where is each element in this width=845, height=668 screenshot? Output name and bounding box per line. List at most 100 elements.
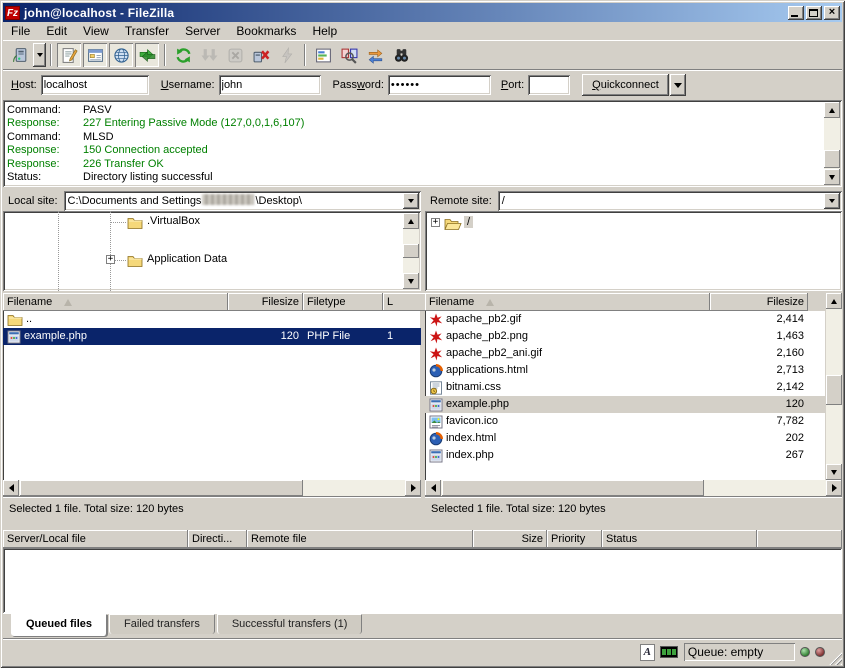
remote-list-hscrollbar[interactable]	[425, 480, 842, 496]
toolbar-find-files-button[interactable]	[389, 43, 413, 67]
column-header-blank[interactable]	[757, 530, 842, 548]
scroll-up-button[interactable]	[826, 293, 842, 309]
toolbar-sync-browse-button[interactable]	[363, 43, 387, 67]
column-header-status[interactable]: Status	[602, 530, 757, 548]
file-name-cell: example.php	[3, 328, 228, 345]
expand-icon[interactable]: +	[106, 255, 115, 264]
file-row[interactable]: applications.html2,713	[425, 362, 826, 379]
close-button[interactable]: ×	[824, 6, 840, 20]
combo-dropdown-button[interactable]	[403, 193, 419, 209]
file-row[interactable]: example.php120	[425, 396, 826, 413]
local-list-hscrollbar[interactable]	[3, 480, 421, 496]
status-led-green-icon	[800, 647, 810, 657]
file-name-cell: apache_pb2.gif	[425, 311, 710, 328]
password-input[interactable]	[388, 75, 491, 95]
quickconnect-button[interactable]: Quickconnect	[582, 74, 669, 96]
resize-grip[interactable]	[829, 651, 843, 665]
tab-successful-transfers-1-[interactable]: Successful transfers (1)	[217, 614, 363, 634]
file-row[interactable]: apache_pb2.gif2,414	[425, 311, 826, 328]
file-type-cell: PHP File	[303, 328, 383, 345]
tab-failed-transfers[interactable]: Failed transfers	[109, 614, 215, 634]
column-header-filesize[interactable]: Filesize	[710, 293, 808, 311]
tree-item--virtualbox[interactable]: .VirtualBox	[3, 213, 421, 232]
file-row[interactable]: apache_pb2_ani.gif2,160	[425, 345, 826, 362]
queue-list[interactable]	[3, 548, 842, 613]
data-type-indicator-icon[interactable]: A	[640, 644, 655, 661]
column-header-size[interactable]: Size	[473, 530, 547, 548]
scroll-down-button[interactable]	[826, 464, 842, 480]
tree-item-application-data[interactable]: +Application Data	[3, 251, 421, 270]
toolbar-refresh-button[interactable]	[171, 43, 195, 67]
scrollbar-thumb[interactable]	[403, 244, 419, 258]
remote-file-list[interactable]: apache_pb2.gif2,414apache_pb2.png1,463ap…	[425, 311, 826, 480]
file-row[interactable]: bitnami.css2,142	[425, 379, 826, 396]
column-header-directi-[interactable]: Directi...	[188, 530, 247, 548]
toolbar-sitemanager-dropdown[interactable]	[33, 43, 46, 67]
remote-list-scrollbar[interactable]	[826, 293, 842, 480]
speed-limit-icon[interactable]	[660, 646, 678, 658]
toolbar-process-queue-button	[197, 43, 221, 67]
column-header-filetype[interactable]: Filetype	[303, 293, 383, 311]
local-tree-scrollbar[interactable]	[403, 213, 419, 289]
file-row[interactable]: apache_pb2.png1,463	[425, 328, 826, 345]
tree-item-root[interactable]: +/	[425, 214, 842, 233]
local-file-list[interactable]: ..example.php120PHP File1	[3, 311, 421, 480]
column-header-remote-file[interactable]: Remote file	[247, 530, 473, 548]
remote-site-combo[interactable]: /	[498, 191, 842, 211]
file-row[interactable]: index.php267	[425, 447, 826, 464]
toolbar-filter-button[interactable]	[311, 43, 335, 67]
remote-directory-tree[interactable]: +/	[425, 211, 842, 291]
column-header-filename[interactable]: Filename	[425, 293, 710, 311]
combo-dropdown-button[interactable]	[824, 193, 840, 209]
scroll-right-button[interactable]	[405, 480, 421, 496]
toolbar-site-manager-button[interactable]	[8, 43, 32, 67]
expand-icon[interactable]: +	[431, 218, 440, 227]
log-scrollbar[interactable]	[824, 102, 840, 185]
menu-edit[interactable]: Edit	[38, 22, 75, 40]
tab-queued-files[interactable]: Queued files	[11, 614, 107, 636]
menu-server[interactable]: Server	[177, 22, 228, 40]
column-header-filename[interactable]: Filename	[3, 293, 228, 311]
scrollbar-thumb[interactable]	[826, 375, 842, 405]
toolbar-toggle-local-tree-button[interactable]	[83, 43, 107, 67]
file-row[interactable]: example.php120PHP File1	[3, 328, 421, 345]
file-size-cell: 2,160	[710, 345, 808, 362]
column-header-priority[interactable]: Priority	[547, 530, 602, 548]
scroll-left-button[interactable]	[425, 480, 441, 496]
menu-bookmarks[interactable]: Bookmarks	[228, 22, 304, 40]
column-header-filesize[interactable]: Filesize	[228, 293, 303, 311]
scrollbar-thumb[interactable]	[824, 150, 840, 168]
column-header-server-local-file[interactable]: Server/Local file	[3, 530, 188, 548]
scroll-down-button[interactable]	[403, 273, 419, 289]
minimize-button[interactable]	[788, 6, 804, 20]
column-header-l[interactable]: L	[383, 293, 426, 311]
quickconnect-dropdown[interactable]	[670, 74, 686, 96]
toolbar-toggle-remote-tree-button[interactable]	[109, 43, 133, 67]
scroll-up-button[interactable]	[824, 102, 840, 118]
title-bar[interactable]: Fz john@localhost - FileZilla ×	[3, 3, 842, 22]
scrollbar-thumb[interactable]	[442, 480, 704, 496]
menu-transfer[interactable]: Transfer	[117, 22, 177, 40]
username-input[interactable]	[219, 75, 321, 95]
scrollbar-thumb[interactable]	[20, 480, 303, 496]
scroll-down-button[interactable]	[824, 169, 840, 185]
toolbar-disconnect-button[interactable]	[249, 43, 273, 67]
toolbar-compare-button[interactable]	[337, 43, 361, 67]
tree-item-cookies[interactable]: Cookies	[3, 289, 421, 291]
file-row[interactable]: index.html202	[425, 430, 826, 447]
toolbar-toggle-queue-button[interactable]	[135, 43, 159, 67]
scroll-left-button[interactable]	[3, 480, 19, 496]
file-row[interactable]: favicon.ico7,782	[425, 413, 826, 430]
host-input[interactable]	[41, 75, 149, 95]
local-directory-tree[interactable]: .VirtualBox+Application DataCookies−Desk…	[3, 211, 421, 291]
scroll-up-button[interactable]	[403, 213, 419, 229]
menu-help[interactable]: Help	[304, 22, 345, 40]
file-row[interactable]: ..	[3, 311, 421, 328]
toolbar-toggle-log-button[interactable]	[57, 43, 81, 67]
menu-file[interactable]: File	[3, 22, 38, 40]
menu-view[interactable]: View	[75, 22, 117, 40]
local-site-combo[interactable]: C:\Documents and Settings\Desktop\	[64, 191, 421, 211]
scroll-right-button[interactable]	[826, 480, 842, 496]
port-input[interactable]	[528, 75, 570, 95]
maximize-button[interactable]	[806, 6, 822, 20]
